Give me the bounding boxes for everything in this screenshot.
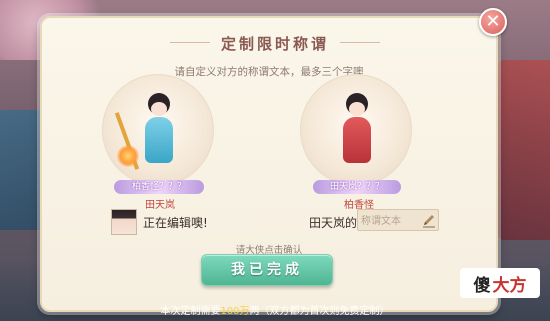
cost-info: 本次定制需要100万两（双方都为首次则免费定制）: [0, 302, 550, 317]
done-button[interactable]: 我已完成: [201, 254, 333, 286]
cost-suffix: 两（双方都为首次则免费定制）: [249, 306, 390, 317]
cost-prefix: 本次定制需要: [160, 306, 221, 317]
building-decoration-right: [498, 60, 550, 240]
watermark-text-1: 傻: [473, 275, 491, 296]
watermark-text-2: 大方: [492, 275, 527, 296]
watermark-logo: 傻大方: [460, 268, 540, 298]
cost-amount: 100万: [220, 306, 250, 317]
